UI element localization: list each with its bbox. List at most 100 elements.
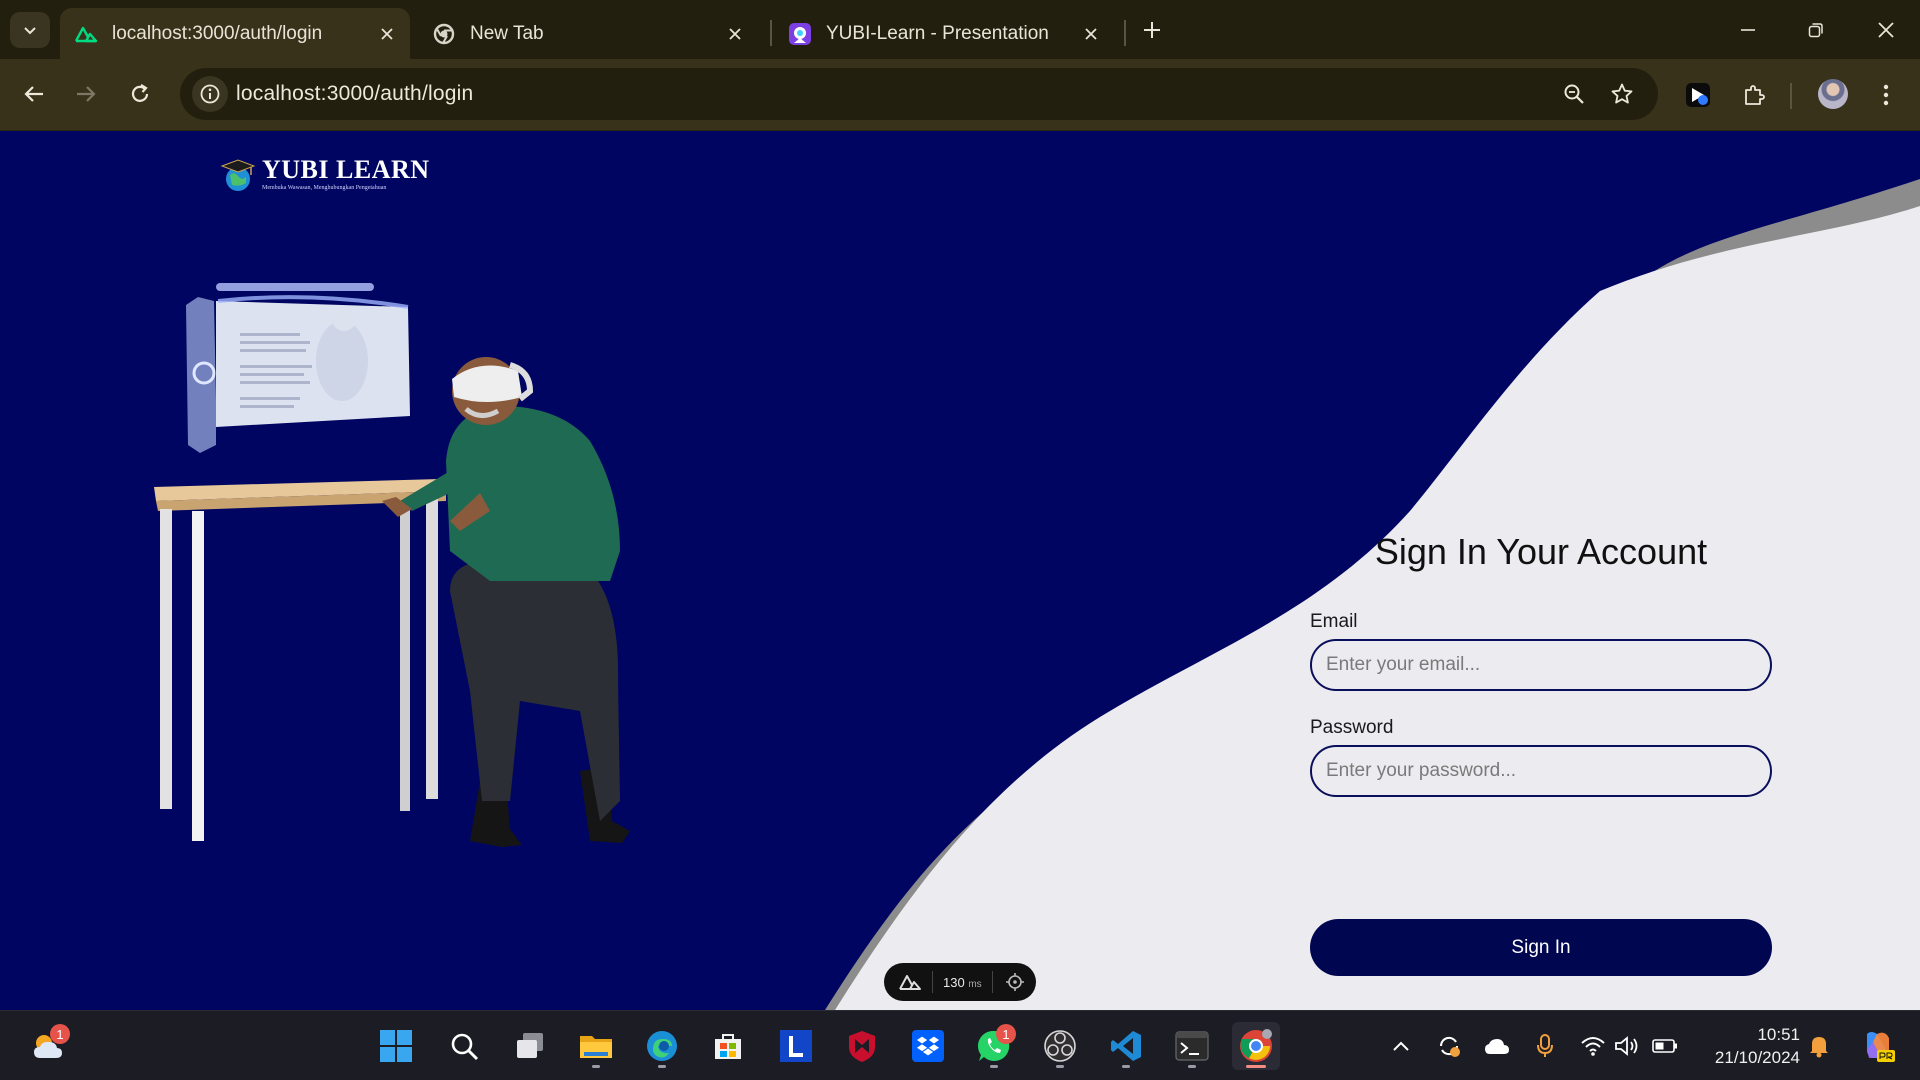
battery-tray-icon[interactable]	[1650, 1031, 1680, 1061]
start-button[interactable]	[372, 1022, 420, 1070]
wifi-icon	[1581, 1037, 1605, 1056]
terminal-button[interactable]	[1168, 1022, 1216, 1070]
whatsapp-badge: 1	[996, 1024, 1016, 1044]
vscode-icon	[1111, 1031, 1141, 1061]
inspect-target-icon[interactable]	[1005, 972, 1025, 992]
chevron-down-icon	[24, 27, 36, 35]
globe-graduation-cap-icon	[220, 159, 256, 191]
chrome-icon	[1240, 1029, 1272, 1062]
copilot-button[interactable]	[1858, 1027, 1896, 1065]
task-view-icon	[517, 1033, 543, 1058]
email-label: Email	[1310, 611, 1358, 632]
nuxt-icon	[74, 22, 98, 46]
sign-in-button[interactable]: Sign In	[1310, 919, 1772, 976]
l-app-button[interactable]	[772, 1022, 820, 1070]
file-explorer-icon	[580, 1036, 612, 1058]
tab-title: New Tab	[470, 22, 544, 44]
close-tab-icon[interactable]	[1076, 19, 1106, 49]
dropbox-button[interactable]	[904, 1022, 952, 1070]
close-icon	[1878, 22, 1894, 38]
tab-login[interactable]: localhost:3000/auth/login	[60, 8, 410, 59]
mcafee-icon	[849, 1031, 875, 1062]
dropbox-icon	[912, 1030, 944, 1062]
onedrive-tray-icon[interactable]	[1482, 1031, 1512, 1061]
show-hidden-icons-button[interactable]	[1386, 1031, 1416, 1061]
volume-tray-icon[interactable]	[1612, 1031, 1642, 1061]
tab-new-tab[interactable]: New Tab	[418, 8, 758, 59]
close-tab-icon[interactable]	[372, 19, 402, 49]
chrome-button[interactable]	[1232, 1022, 1280, 1070]
logo-name: YUBI LEARN	[262, 155, 430, 184]
password-input[interactable]	[1310, 745, 1772, 797]
bell-icon	[1810, 1037, 1828, 1058]
password-label: Password	[1310, 717, 1394, 738]
tab-yubi-presentation[interactable]: YUBI-Learn - Presentation	[774, 8, 1114, 59]
search-icon	[451, 1033, 479, 1061]
devtools-divider	[991, 971, 993, 993]
edge-button[interactable]	[638, 1022, 686, 1070]
puzzle-icon	[1745, 85, 1765, 105]
obs-icon	[1044, 1030, 1076, 1062]
running-indicator	[990, 1065, 998, 1068]
clock-time: 10:51	[1757, 1025, 1800, 1044]
restore-button[interactable]	[1792, 10, 1840, 50]
extension-button[interactable]	[1678, 75, 1718, 115]
screen-recorder-extension-icon	[1686, 83, 1710, 107]
address-bar[interactable]: localhost:3000/auth/login	[180, 68, 1658, 120]
tab-search-button[interactable]	[10, 12, 50, 48]
tab-separator	[770, 20, 772, 46]
close-window-button[interactable]	[1862, 10, 1910, 50]
zoom-button[interactable]	[1558, 78, 1590, 110]
tab-title: localhost:3000/auth/login	[112, 22, 323, 44]
reload-button[interactable]	[120, 74, 160, 114]
running-indicator	[1056, 1065, 1064, 1068]
nuxt-devtools-pill[interactable]: 130 ms	[884, 963, 1036, 1001]
login-page: YUBI LEARN Membuka Wawasan, Menghubungka…	[0, 131, 1920, 1010]
profile-avatar[interactable]	[1818, 79, 1848, 109]
file-explorer-button[interactable]	[572, 1022, 620, 1070]
edge-icon	[647, 1031, 677, 1061]
url-text[interactable]: localhost:3000/auth/login	[236, 82, 473, 106]
clock-date: 21/10/2024	[1714, 1048, 1800, 1067]
mcafee-button[interactable]	[838, 1022, 886, 1070]
whatsapp-button[interactable]: 1	[970, 1022, 1018, 1070]
obs-button[interactable]	[1036, 1022, 1084, 1070]
chrome-icon	[432, 22, 456, 46]
site-info-button[interactable]	[192, 76, 228, 112]
email-input[interactable]	[1310, 639, 1772, 691]
nuxt-icon	[899, 975, 921, 990]
restore-icon	[1808, 23, 1823, 38]
copilot-icon	[1867, 1032, 1895, 1062]
tab-strip: localhost:3000/auth/login New Tab YUBI-L…	[0, 0, 1920, 59]
bookmark-button[interactable]	[1606, 78, 1638, 110]
microsoft-store-button[interactable]	[704, 1022, 752, 1070]
sync-icon	[1439, 1036, 1460, 1057]
reload-icon	[131, 84, 149, 102]
forward-button[interactable]	[66, 74, 106, 114]
sync-tray-icon[interactable]	[1434, 1031, 1464, 1061]
new-tab-button[interactable]	[1136, 14, 1168, 46]
canva-icon	[788, 22, 812, 46]
extensions-menu-button[interactable]	[1734, 75, 1774, 115]
task-view-button[interactable]	[506, 1022, 554, 1070]
load-time-unit: ms	[968, 978, 982, 990]
chrome-menu-button[interactable]	[1866, 75, 1906, 115]
search-button[interactable]	[440, 1022, 488, 1070]
l-app-icon	[780, 1030, 812, 1062]
vscode-button[interactable]	[1102, 1022, 1150, 1070]
load-time-value: 130	[943, 974, 965, 990]
back-button[interactable]	[14, 74, 54, 114]
browser-toolbar: localhost:3000/auth/login	[0, 59, 1920, 131]
zoom-out-icon	[1564, 84, 1584, 104]
system-clock[interactable]: 10:51 21/10/2024	[1700, 1023, 1800, 1069]
microphone-icon	[1537, 1034, 1553, 1057]
close-tab-icon[interactable]	[720, 19, 750, 49]
wifi-tray-icon[interactable]	[1578, 1031, 1608, 1061]
notifications-button[interactable]	[1804, 1031, 1834, 1061]
microphone-tray-icon[interactable]	[1530, 1031, 1560, 1061]
tab-separator	[1124, 20, 1126, 46]
running-indicator	[1122, 1065, 1130, 1068]
weather-widget[interactable]: 1	[24, 1022, 72, 1070]
minimize-button[interactable]	[1724, 10, 1772, 50]
more-vertical-icon	[1883, 84, 1889, 106]
